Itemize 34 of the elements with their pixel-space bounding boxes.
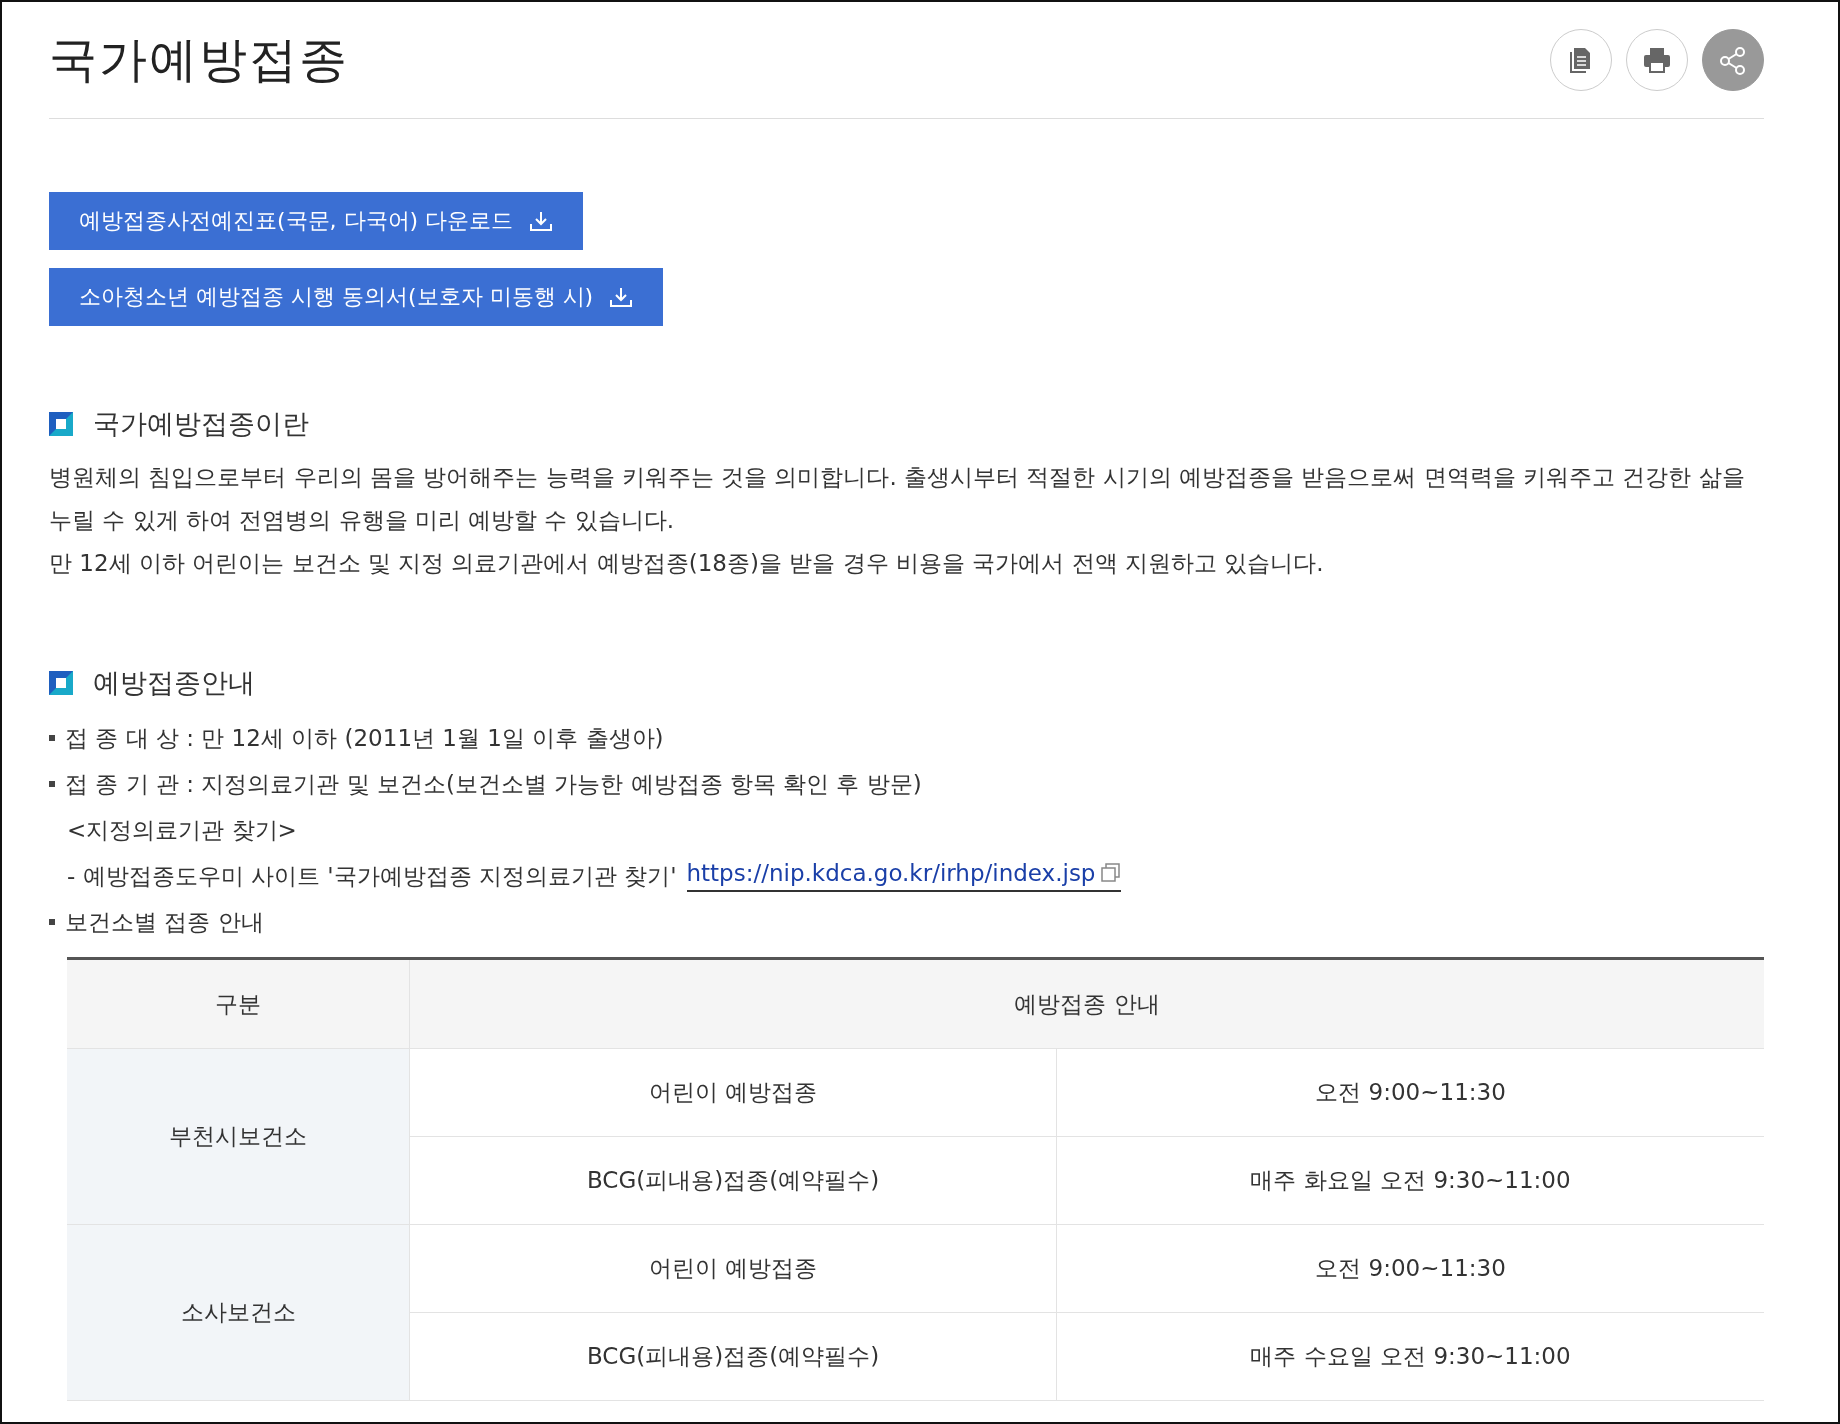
column-header: 구분 — [67, 958, 410, 1049]
new-window-icon — [1101, 863, 1122, 883]
list-item: - 예방접종도우미 사이트 '국가예방접종 지정의료기관 찾기' — [67, 861, 677, 891]
bullet-mark — [49, 735, 55, 741]
download-button[interactable]: 예방접종사전예진표(국문, 다국어) 다운로드 — [49, 192, 584, 250]
download-icon — [609, 286, 634, 308]
list-item: 접 종 기 관 : 지정의료기관 및 보건소(보건소별 가능한 예방접종 항목 확인 후 방문) — [65, 769, 922, 799]
square-bullet-icon — [49, 671, 73, 695]
section-heading: 국가예방접종이란 — [93, 407, 309, 441]
table-cell: 오전 9:00~11:30 — [1056, 1224, 1764, 1313]
print-icon — [1641, 45, 1673, 75]
list-item: 접 종 대 상 : 만 12세 이하 (2011년 1월 1일 이후 출생아) — [65, 723, 664, 753]
table-cell: 소사보건소 — [67, 1224, 410, 1401]
section-heading: 예방접종안내 — [93, 666, 255, 700]
bullet-mark — [49, 919, 55, 925]
table-cell: BCG(피내용)접종(예약필수) — [409, 1312, 1057, 1401]
table-cell: 어린이 예방접종 — [409, 1224, 1057, 1313]
list-item: 보건소별 접종 안내 — [65, 907, 264, 937]
table-cell: 매주 수요일 오전 9:30~11:00 — [1056, 1312, 1764, 1401]
table-cell: 매주 화요일 오전 9:30~11:00 — [1056, 1136, 1764, 1225]
paragraph: 만 12세 이하 어린이는 보건소 및 지정 의료기관에서 예방접종(18종)을 받을 경우 비용을 국가에서 전액 지원하고 있습니다. — [49, 549, 1325, 578]
download-icon — [529, 210, 554, 232]
table-cell: 부천시보건소 — [67, 1048, 410, 1225]
site-link[interactable]: https://nip.kdca.go.kr/irhp/index.jsp — [686, 860, 1122, 892]
bullet-mark — [49, 781, 55, 787]
paragraph: 병원체의 침입으로부터 우리의 몸을 방어해주는 능력을 키워주는 것을 의미합니다. 출생시부터 적절한 시기의 예방접종을 받음으로써 면역력을 키워주고 건강한 삶을 누릴 수 있게 하여 전염병의 유행을 미리 예방할 수 있습니다. — [49, 463, 1746, 535]
sub-heading: <지정의료기관 찾기> — [67, 815, 297, 845]
table-cell: BCG(피내용)접종(예약필수) — [409, 1136, 1057, 1225]
square-bullet-icon — [49, 412, 73, 436]
column-header: 예방접종 안내 — [409, 958, 1764, 1049]
download-button[interactable]: 소아청소년 예방접종 시행 동의서(보호자 미동행 시) — [49, 268, 664, 326]
table-cell: 오전 9:00~11:30 — [1056, 1048, 1764, 1137]
page-title: 국가예방접종 — [49, 30, 349, 89]
table-cell: 어린이 예방접종 — [409, 1048, 1057, 1137]
